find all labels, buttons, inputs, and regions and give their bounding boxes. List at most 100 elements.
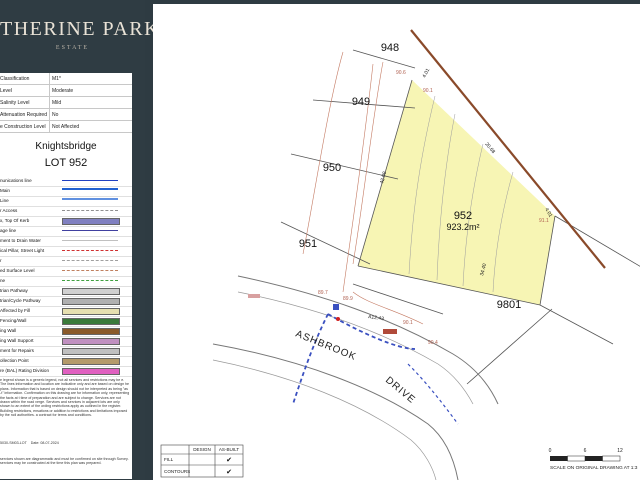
sidebar: THERINE PARK ESTATE Classification M1* Le…	[0, 0, 161, 480]
scale-tick: 12	[617, 448, 623, 454]
legend-label: re (BAL) Rating Division	[0, 368, 50, 373]
legend-symbol	[62, 240, 118, 241]
service-marker	[333, 304, 339, 310]
legend-label: ed Surface Level	[0, 268, 35, 273]
info-value: Mild	[52, 100, 62, 106]
legend-label: ollection Point	[0, 358, 29, 363]
info-key: Level	[0, 88, 12, 94]
legend-label: ment to Drain Water	[0, 238, 41, 243]
legend-symbol	[62, 368, 120, 375]
lot-952-fill	[358, 80, 555, 305]
footer-ref: 5030-SM03-LOT Date: 08-07-2024	[0, 441, 59, 445]
level: 90.1	[403, 320, 413, 326]
lot-label-949: 949	[352, 96, 370, 108]
info-row: Level Moderate	[0, 85, 132, 97]
street-label-ashbrook: ASHBROOK	[294, 329, 358, 363]
brand-subtitle: ESTATE	[55, 45, 90, 51]
level: 90.1	[423, 88, 433, 94]
legend-symbol	[62, 288, 120, 295]
legend-label: ing Wall	[0, 328, 17, 333]
table-header-design: DESIGN	[193, 447, 211, 452]
checkmark-icon: ✔	[226, 457, 232, 464]
info-value: Moderate	[52, 88, 74, 94]
info-key: Classification	[0, 76, 30, 82]
scale-caption: SCALE ON ORIGINAL DRAWING AT 1:3	[550, 465, 638, 471]
lot-area: 923.2m²	[446, 222, 479, 232]
info-row: Attenuation Required No	[0, 109, 132, 121]
legend-label: ical Pillar, Street Light	[0, 248, 45, 253]
legend-row: re (BAL) Rating Division	[0, 366, 132, 377]
table-header-asbuilt: AS-BUILT	[219, 447, 240, 452]
dimension: A12.43	[368, 314, 385, 322]
table-row-fill: FILL	[164, 457, 174, 462]
lot-label-951: 951	[299, 238, 317, 250]
legend-label: r	[0, 258, 2, 263]
legend-symbol	[62, 260, 118, 261]
legend-symbol	[62, 280, 118, 281]
lot-label-9801: 9801	[497, 299, 521, 311]
legend-symbol	[62, 198, 118, 203]
scale-tick: 6	[584, 448, 587, 454]
brand-title: THERINE PARK	[0, 18, 161, 40]
info-value: Not Affected	[52, 124, 80, 130]
lot-label-952: 952	[454, 210, 472, 222]
info-value: M1*	[52, 76, 61, 82]
road-edges	[212, 275, 499, 480]
legend-label: Fencing/Wall	[0, 318, 27, 323]
service-marker	[383, 329, 397, 334]
legend-symbol	[62, 250, 118, 251]
brand-logo: THERINE PARK ESTATE	[0, 18, 161, 51]
info-key: e Construction Level	[0, 124, 46, 130]
legend-label: x, Top Of Kerb	[0, 218, 30, 223]
lot-label: LOT 952	[44, 157, 88, 169]
street-label-drive: DRIVE	[383, 375, 417, 406]
info-sheet: Classification M1* Level Moderate Salinity…	[0, 73, 132, 479]
footer-date: Date: 08-07-2024	[30, 441, 59, 445]
legend-label: trian Pathway	[0, 288, 28, 293]
level: 89.7	[318, 290, 328, 296]
info-key: Attenuation Required	[0, 112, 47, 118]
legend-label: nunications line	[0, 178, 32, 183]
legend-label: Affected by Fill	[0, 308, 31, 313]
legend-label: age line	[0, 228, 17, 233]
legend-symbol	[62, 180, 118, 181]
plan-drawing: 948 949 950 951 952 923.2m² 9801 4.01 20…	[160, 29, 640, 480]
legend-symbol	[62, 338, 120, 345]
scale-bar: 0 6 12 SCALE ON ORIGINAL DRAWING AT 1:3	[549, 448, 638, 471]
legend-symbol	[62, 328, 120, 335]
fill-contours-table: DESIGN AS-BUILT FILL CONTOURS ✔ ✔	[160, 444, 244, 478]
level: 89.9	[343, 296, 353, 302]
legend-symbol	[62, 318, 120, 325]
info-value: No	[52, 112, 59, 118]
scale-tick: 0	[549, 448, 552, 454]
legend-symbol	[62, 210, 118, 211]
dimension: 4.01	[421, 67, 431, 79]
footer-note: services shown are diagrammatic and must…	[0, 457, 129, 466]
service-marker	[248, 294, 260, 298]
checkmark-icon: ✔	[226, 469, 232, 476]
info-row: Classification M1*	[0, 73, 132, 85]
legend-symbol	[62, 358, 120, 365]
legend-label: trian/Cycle Pathway	[0, 298, 41, 303]
level: 90.4	[428, 340, 438, 346]
street-name: Knightsbridge	[35, 141, 97, 152]
legend-symbol	[62, 270, 118, 271]
legend-label: Line	[0, 198, 9, 203]
legend-label: ne	[0, 278, 6, 283]
legend-label: ing Wall Support	[0, 338, 34, 343]
service-marker	[336, 317, 340, 321]
info-row: Salinity Level Mild	[0, 97, 132, 109]
lot-plan: 948 949 950 951 952 923.2m² 9801 4.01 20…	[153, 4, 640, 480]
legend-label: ment for Repairs	[0, 348, 34, 353]
level: 91.1	[539, 218, 549, 224]
info-key: Salinity Level	[0, 100, 30, 106]
legend-symbol	[62, 218, 120, 225]
legend-symbol	[62, 298, 120, 305]
legend-notes: e legend shown is a generic legend, not …	[0, 378, 130, 418]
level: 90.6	[396, 70, 406, 76]
table-row-contours: CONTOURS	[164, 469, 190, 474]
lot-label-948: 948	[381, 42, 399, 54]
legend-symbol	[62, 230, 118, 231]
legend-symbol	[62, 188, 118, 193]
info-row: e Construction Level Not Affected	[0, 121, 132, 133]
